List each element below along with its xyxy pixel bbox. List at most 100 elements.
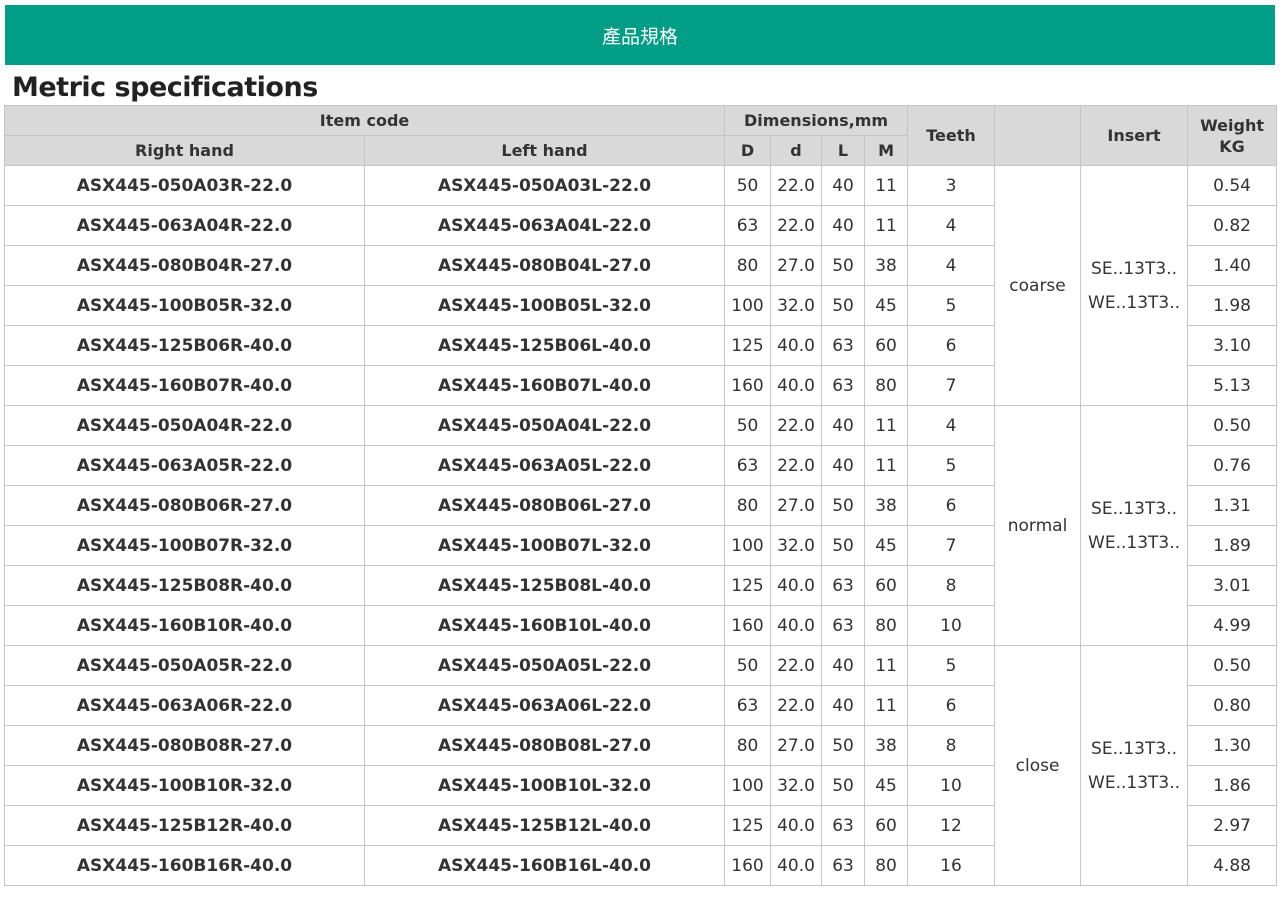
left-hand-code: ASX445-160B16L-40.0 (363, 845, 726, 886)
weight-kg: 1.31 (1187, 485, 1278, 526)
dim-M: 11 (864, 205, 909, 246)
specs-table: Item code Dimensions,mm Teeth Insert Wei… (3, 105, 1278, 886)
dim-M: 38 (864, 725, 909, 766)
dim-M: 45 (864, 525, 909, 566)
insert-code: WE..13T3.. (1088, 532, 1181, 553)
weight-kg: 5.13 (1187, 365, 1278, 406)
dim-L: 50 (821, 765, 866, 806)
dim-d: 22.0 (770, 205, 823, 246)
dim-M: 11 (864, 445, 909, 486)
right-hand-code: ASX445-125B08R-40.0 (4, 565, 365, 606)
teeth-count: 6 (907, 685, 996, 726)
dim-d: 40.0 (770, 805, 823, 846)
weight-kg: 3.10 (1187, 325, 1278, 366)
banner-label: 產品規格 (601, 25, 678, 48)
teeth-count: 5 (907, 445, 996, 486)
dim-d: 32.0 (770, 525, 823, 566)
table-row: ASX445-050A05R-22.0 ASX445-050A05L-22.0 50… (4, 645, 1278, 886)
dim-L: 63 (821, 605, 866, 646)
dim-D: 63 (724, 685, 772, 726)
dim-L: 50 (821, 285, 866, 326)
left-hand-code: ASX445-080B06L-27.0 (363, 485, 726, 526)
teeth-count: 16 (907, 845, 996, 886)
left-hand-code: ASX445-080B08L-27.0 (363, 725, 726, 766)
dim-L: 50 (821, 725, 866, 766)
dim-L: 40 (821, 645, 866, 686)
page-title: Metric specifications (12, 72, 318, 103)
weight-kg: 0.76 (1187, 445, 1278, 486)
dim-L: 63 (821, 805, 866, 846)
teeth-count: 4 (907, 205, 996, 246)
dim-M: 11 (864, 405, 909, 446)
teeth-count: 5 (907, 645, 996, 686)
left-hand-code: ASX445-050A04L-22.0 (363, 405, 726, 446)
dim-D: 50 (724, 645, 772, 686)
dim-M: 11 (864, 165, 909, 206)
insert-code: WE..13T3.. (1088, 772, 1181, 793)
right-hand-code: ASX445-080B04R-27.0 (4, 245, 365, 286)
dim-D: 100 (724, 525, 772, 566)
right-hand-code: ASX445-125B12R-40.0 (4, 805, 365, 846)
dim-d: 22.0 (770, 445, 823, 486)
dim-M: 38 (864, 485, 909, 526)
dim-L: 40 (821, 165, 866, 206)
dim-M: 80 (864, 605, 909, 646)
dim-D: 50 (724, 165, 772, 206)
dim-d: 32.0 (770, 765, 823, 806)
teeth-count: 7 (907, 525, 996, 566)
left-hand-code: ASX445-100B05L-32.0 (363, 285, 726, 326)
weight-kg: 0.82 (1187, 205, 1278, 246)
header-pitch (994, 105, 1082, 166)
dim-M: 60 (864, 565, 909, 606)
dim-M: 80 (864, 365, 909, 406)
dim-D: 63 (724, 205, 772, 246)
teeth-count: 4 (907, 245, 996, 286)
weight-kg: 4.88 (1187, 845, 1278, 886)
dim-L: 40 (821, 405, 866, 446)
left-hand-code: ASX445-160B07L-40.0 (363, 365, 726, 406)
teeth-count: 5 (907, 285, 996, 326)
pitch-type: coarse (994, 165, 1082, 406)
dim-D: 50 (724, 405, 772, 446)
dim-D: 63 (724, 445, 772, 486)
teeth-count: 10 (907, 605, 996, 646)
dim-D: 125 (724, 325, 772, 366)
teeth-count: 6 (907, 485, 996, 526)
right-hand-code: ASX445-100B05R-32.0 (4, 285, 365, 326)
header-insert: Insert (1080, 105, 1189, 166)
left-hand-code: ASX445-063A06L-22.0 (363, 685, 726, 726)
dim-L: 50 (821, 525, 866, 566)
right-hand-code: ASX445-160B07R-40.0 (4, 365, 365, 406)
teeth-count: 4 (907, 405, 996, 446)
insert-code: SE..13T3.. (1091, 738, 1178, 759)
right-hand-code: ASX445-050A03R-22.0 (4, 165, 365, 206)
header-weight: Weight KG (1187, 105, 1278, 166)
left-hand-code: ASX445-063A04L-22.0 (363, 205, 726, 246)
teeth-count: 6 (907, 325, 996, 366)
table-row: ASX445-050A04R-22.0 ASX445-050A04L-22.0 50… (4, 405, 1278, 646)
right-hand-code: ASX445-125B06R-40.0 (4, 325, 365, 366)
teeth-count: 8 (907, 565, 996, 606)
left-hand-code: ASX445-125B06L-40.0 (363, 325, 726, 366)
insert-code: SE..13T3.. (1091, 498, 1178, 519)
insert-code: WE..13T3.. (1088, 292, 1181, 313)
pitch-type: close (994, 645, 1082, 886)
weight-kg: 0.54 (1187, 165, 1278, 206)
pitch-type: normal (994, 405, 1082, 646)
header-teeth: Teeth (907, 105, 996, 166)
dim-d: 40.0 (770, 325, 823, 366)
teeth-count: 12 (907, 805, 996, 846)
header-d: d (770, 135, 823, 166)
dim-d: 22.0 (770, 165, 823, 206)
dim-D: 80 (724, 725, 772, 766)
left-hand-code: ASX445-125B12L-40.0 (363, 805, 726, 846)
dim-d: 22.0 (770, 645, 823, 686)
header-right-hand: Right hand (4, 135, 365, 166)
dim-M: 45 (864, 285, 909, 326)
dim-d: 32.0 (770, 285, 823, 326)
dim-L: 50 (821, 245, 866, 286)
dim-D: 125 (724, 565, 772, 606)
insert-code: SE..13T3.. (1091, 258, 1178, 279)
left-hand-code: ASX445-080B04L-27.0 (363, 245, 726, 286)
dim-D: 80 (724, 245, 772, 286)
